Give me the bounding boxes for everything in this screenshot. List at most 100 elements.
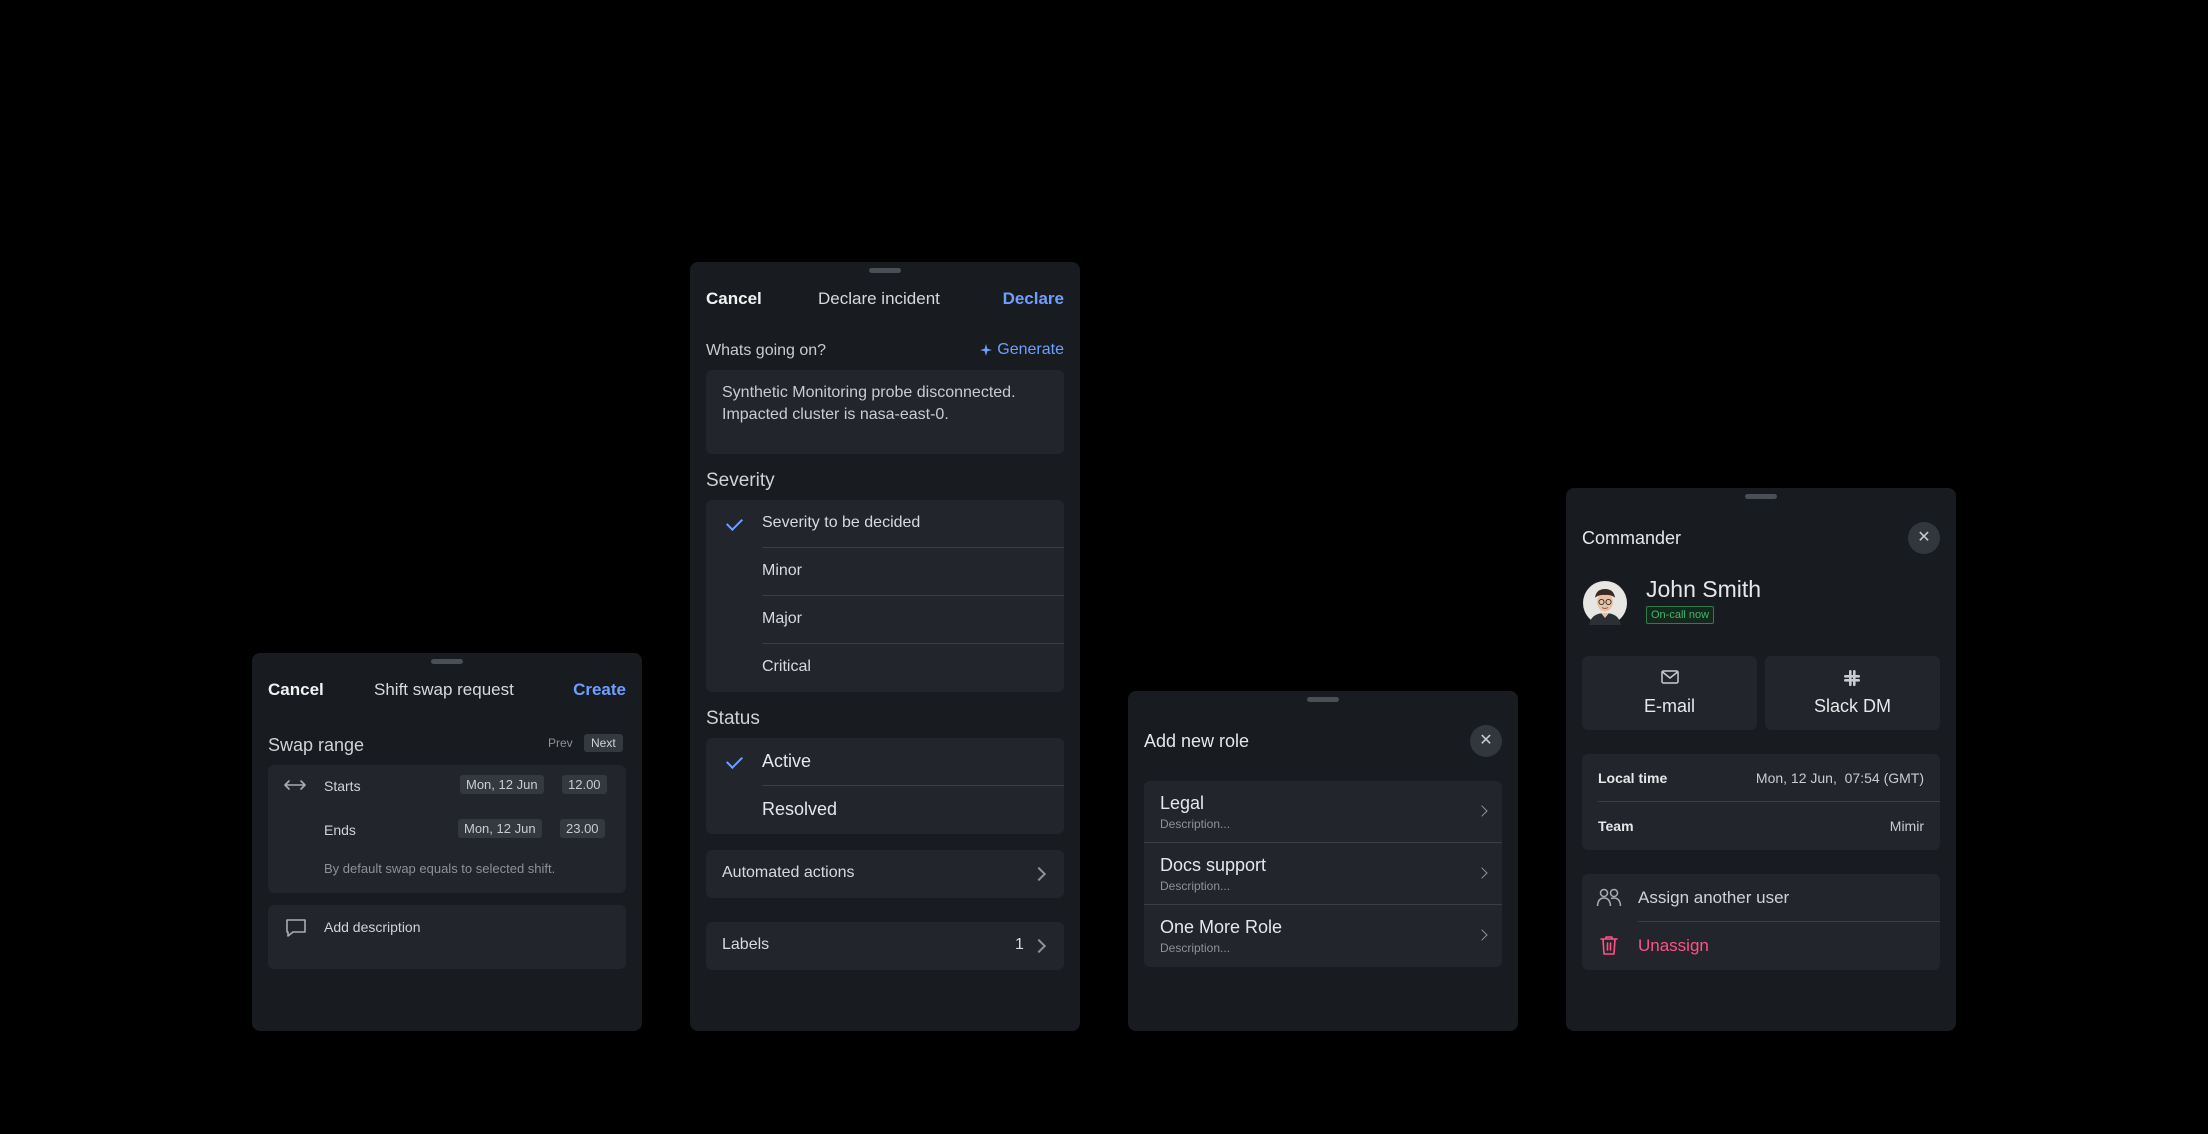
status-badge: On-call now <box>1646 606 1715 624</box>
description-line-1: Synthetic Monitoring probe disconnected. <box>722 384 1016 401</box>
labels-count: 1 <box>1015 936 1024 953</box>
severity-option-label: Severity to be decided <box>762 514 921 531</box>
role-description: Description... <box>1160 879 1231 893</box>
generate-button[interactable]: Generate <box>979 341 1064 359</box>
envelope-icon <box>1661 670 1679 684</box>
labels-row[interactable]: Labels 1 <box>706 922 1064 970</box>
status-option-active[interactable]: Active <box>706 738 1064 786</box>
prompt-label: Whats going on? <box>706 342 827 359</box>
close-icon: ✕ <box>1479 732 1493 749</box>
starts-label: Starts <box>324 778 361 794</box>
unassign-label: Unassign <box>1638 936 1709 955</box>
ends-label: Ends <box>324 822 356 838</box>
user-name: John Smith <box>1646 576 1762 602</box>
chevron-right-icon <box>1031 938 1047 954</box>
severity-option-label: Critical <box>762 658 811 675</box>
actions-group: Assign another user Unassign <box>1582 874 1940 970</box>
role-item-docs-support[interactable]: Docs support Description... <box>1144 843 1502 905</box>
chevron-right-icon <box>1476 929 1488 941</box>
shift-swap-sheet: Cancel Shift swap request Create Swap ra… <box>252 653 642 1031</box>
local-time-value: Mon, 12 Jun, 07:54 (GMT) <box>1755 770 1924 786</box>
sheet-title: Declare incident <box>818 289 940 308</box>
local-time-label: Local time <box>1598 770 1668 786</box>
sheet-title: Add new role <box>1144 731 1250 751</box>
create-button[interactable]: Create <box>573 680 626 700</box>
users-icon <box>1596 888 1622 907</box>
sparkle-icon <box>980 344 993 356</box>
avatar <box>1583 581 1627 625</box>
next-button[interactable]: Next <box>584 734 623 752</box>
severity-option-minor[interactable]: Minor <box>706 548 1064 596</box>
add-description-label: Add description <box>324 919 421 935</box>
automated-actions-row[interactable]: Automated actions <box>706 850 1064 898</box>
status-label: Status <box>706 708 760 729</box>
slack-icon <box>1844 670 1860 686</box>
description-line-2: Impacted cluster is nasa-east-0. <box>722 406 949 423</box>
roles-list: Legal Description... Docs support Descri… <box>1144 781 1502 967</box>
swap-range-label: Swap range <box>268 735 365 755</box>
severity-option-label: Major <box>762 610 803 627</box>
chevron-right-icon <box>1476 867 1488 879</box>
ends-date-chip[interactable]: Mon, 12 Jun <box>458 819 542 838</box>
chevron-right-icon <box>1476 805 1488 817</box>
drag-handle-icon[interactable] <box>1307 697 1339 702</box>
generate-label: Generate <box>997 341 1064 358</box>
assign-another-user-button[interactable]: Assign another user <box>1582 874 1940 921</box>
comment-icon <box>286 919 306 937</box>
status-option-label: Active <box>762 751 812 771</box>
automated-actions-label: Automated actions <box>722 864 855 881</box>
trash-icon <box>1600 936 1618 955</box>
status-group: Active Resolved <box>706 738 1064 834</box>
severity-option-tbd[interactable]: Severity to be decided <box>706 500 1064 548</box>
severity-label: Severity <box>706 470 775 491</box>
role-name: Legal <box>1160 793 1205 813</box>
severity-option-critical[interactable]: Critical <box>706 644 1064 692</box>
declare-button[interactable]: Declare <box>1003 289 1064 309</box>
slack-dm-button[interactable]: Slack DM <box>1765 656 1940 730</box>
severity-option-major[interactable]: Major <box>706 596 1064 644</box>
labels-label: Labels <box>722 936 770 953</box>
drag-handle-icon[interactable] <box>1745 494 1777 499</box>
close-button[interactable]: ✕ <box>1908 522 1940 554</box>
sheet-title: Commander <box>1582 528 1682 548</box>
role-name: Docs support <box>1160 855 1267 875</box>
prev-button[interactable]: Prev <box>548 736 573 750</box>
status-option-label: Resolved <box>762 799 838 819</box>
role-description: Description... <box>1160 941 1231 955</box>
close-button[interactable]: ✕ <box>1470 725 1502 757</box>
details-group: Local time Mon, 12 Jun, 07:54 (GMT) Team… <box>1582 754 1940 850</box>
team-value: Mimir <box>1889 818 1924 834</box>
email-label: E-mail <box>1643 696 1695 716</box>
commander-sheet: Commander ✕ John Smith On-call now E-mai… <box>1566 488 1956 1031</box>
severity-group: Severity to be decided Minor Major Criti… <box>706 500 1064 692</box>
status-option-resolved[interactable]: Resolved <box>706 786 1064 834</box>
swap-range-group: Starts Mon, 12 Jun 12.00 Ends Mon, 12 Ju… <box>268 765 626 893</box>
add-description-row[interactable]: Add description <box>268 905 626 969</box>
swap-hint: By default swap equals to selected shift… <box>324 861 556 876</box>
chevron-right-icon <box>1031 866 1047 882</box>
close-icon: ✕ <box>1917 529 1931 546</box>
unassign-button[interactable]: Unassign <box>1582 922 1940 970</box>
drag-handle-icon[interactable] <box>869 268 901 273</box>
starts-time-chip[interactable]: 12.00 <box>562 775 607 794</box>
starts-date-chip[interactable]: Mon, 12 Jun <box>460 775 544 794</box>
severity-option-label: Minor <box>762 562 803 579</box>
team-label: Team <box>1598 818 1634 834</box>
sheet-title: Shift swap request <box>374 680 514 699</box>
declare-incident-sheet: Cancel Declare incident Declare Whats go… <box>690 262 1080 1031</box>
role-item-one-more-role[interactable]: One More Role Description... <box>1144 905 1502 967</box>
role-name: One More Role <box>1160 917 1283 937</box>
email-button[interactable]: E-mail <box>1582 656 1757 730</box>
ends-time-chip[interactable]: 23.00 <box>560 819 605 838</box>
drag-handle-icon[interactable] <box>431 659 463 664</box>
cancel-button[interactable]: Cancel <box>706 289 762 309</box>
arrows-horizontal-icon <box>284 780 306 790</box>
cancel-button[interactable]: Cancel <box>268 680 324 700</box>
description-textarea[interactable]: Synthetic Monitoring probe disconnected.… <box>706 370 1064 454</box>
check-icon <box>726 514 743 531</box>
assign-label: Assign another user <box>1638 888 1790 907</box>
role-description: Description... <box>1160 817 1231 831</box>
add-role-sheet: Add new role ✕ Legal Description... Docs… <box>1128 691 1518 1031</box>
check-icon <box>726 752 743 769</box>
role-item-legal[interactable]: Legal Description... <box>1144 781 1502 843</box>
